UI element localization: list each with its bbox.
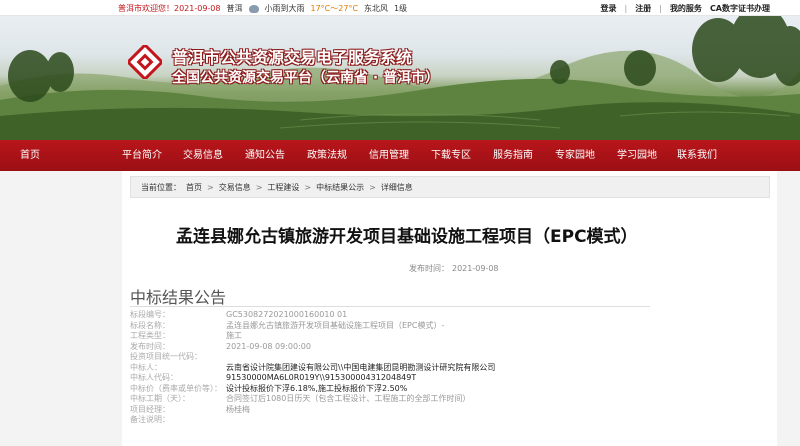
section-heading: 中标结果公告 [130,288,227,307]
temperature: 17°C～27°C [310,4,359,13]
chevron-right-icon: > [304,182,312,192]
breadcrumb: 当前位置： 首页 > 交易信息 > 工程建设 > 中标结果公示 > 详细信息 [130,176,770,198]
divider: | [624,4,628,13]
nav-home[interactable]: 首页 [0,140,112,171]
detail-key: 发布时间： [130,341,170,351]
site-banner: 普洱市公共资源交易电子服务系统 全国公共资源交易平台（云南省 · 普洱市） [0,16,800,140]
city-name: 普洱 [226,4,243,13]
publish-date: 2021-09-08 [452,264,499,273]
nav-policies[interactable]: 政策法规 [296,140,358,171]
detail-key: 中标人代码： [130,373,178,382]
detail-value: 设计投标报价下浮6.18%,施工投标报价下浮2.50% [226,383,408,393]
breadcrumb-home[interactable]: 首页 [186,182,202,193]
divider [130,306,650,307]
detail-row: 备注说明： [130,415,650,426]
nav-notices[interactable]: 通知公告 [234,140,296,171]
breadcrumb-trading-info[interactable]: 交易信息 [219,182,251,193]
ca-certificate-link[interactable]: CA数字证书办理 [710,3,770,14]
detail-value: 2021-09-08 09:00:00 [226,341,311,351]
welcome-text: 普洱市欢迎您！2021-09-08 [118,4,221,13]
nav-contact[interactable]: 联系我们 [668,140,726,171]
breadcrumb-prefix: 当前位置： [141,182,181,192]
nav-learning[interactable]: 学习园地 [606,140,668,171]
detail-row: 中标工期（天）： 合同签订后1080日历天（包含工程设计、工程施工的全部工作时间） [130,394,650,405]
site-title: 普洱市公共资源交易电子服务系统 [172,48,413,67]
register-link[interactable]: 注册 [635,3,651,14]
publish-time: 发布时间： 2021-09-08 [409,263,499,274]
detail-value: 合同签订后1080日历天（包含工程设计、工程施工的全部工作时间） [226,394,471,403]
detail-row: 投资项目统一代码： [130,352,650,363]
divider: | [659,4,662,13]
main-nav: 首页 平台简介 交易信息 通知公告 政策法规 信用管理 下载专区 服务指南 专家… [0,140,800,171]
detail-key: 项目经理： [130,404,170,414]
nav-about[interactable]: 平台简介 [112,140,172,171]
breadcrumb-detail: 详细信息 [380,182,413,192]
my-services-link[interactable]: 我的服务 [670,3,702,14]
publish-label: 发布时间： [409,264,449,273]
user-links: 登录 | 注册 | 我的服务 CA数字证书办理 [601,3,770,14]
article-title: 孟连县娜允古镇旅游开发项目基础设施工程项目（EPC模式） [176,227,638,247]
weather-text: 小雨到大雨 [264,4,305,13]
nav-downloads[interactable]: 下载专区 [420,140,482,171]
award-details: 标段编号： GC5308272021000160010 01 标段名称： 孟连县娜允… [130,310,650,426]
detail-row: 标段名称： 孟连县娜允古镇旅游开发项目基础设施工程项目（EPC模式）- [130,321,650,332]
detail-value: 施工 [226,331,242,340]
detail-row: 中标人代码： 91530000MA6L0R019Y\\91530000431204… [130,373,650,384]
detail-value: GC5308272021000160010 01 [226,310,348,319]
breadcrumb-engineering[interactable]: 工程建设 [267,182,299,193]
login-link[interactable]: 登录 [601,3,617,14]
nav-guide[interactable]: 服务指南 [482,140,544,171]
detail-row: 项目经理： 杨桂梅 [130,405,650,416]
chevron-right-icon: > [255,182,263,192]
chevron-right-icon: > [369,182,376,192]
detail-row: 中标人： 云南省设计院集团建设有限公司\\中国电建集团昆明勘测设计研究院有限公司 [130,363,650,374]
weather-info: 普洱市欢迎您！2021-09-08 普洱 小雨到大雨 17°C～27°C 东北风… [118,3,407,14]
detail-key: 中标工期（天）： [130,394,190,403]
nav-credit[interactable]: 信用管理 [358,140,420,171]
detail-value: 91530000MA6L0R019Y\\91530000431204849T [226,373,417,382]
rain-cloud-icon [248,4,259,13]
nav-trading-info[interactable]: 交易信息 [172,140,234,171]
detail-value: 杨桂梅 [226,404,250,414]
detail-row: 标段编号： GC5308272021000160010 01 [130,310,650,321]
detail-value: 孟连县娜允古镇旅游开发项目基础设施工程项目（EPC模式）- [226,320,445,330]
breadcrumb-award-results[interactable]: 中标结果公示 [316,182,364,193]
detail-row: 工程类型： 施工 [130,331,650,342]
detail-value: 云南省设计院集团建设有限公司\\中国电建集团昆明勘测设计研究院有限公司 [226,362,496,372]
detail-key: 工程类型： [130,331,170,340]
nav-experts[interactable]: 专家园地 [544,140,606,171]
detail-key: 中标价（费率或单价等）： [130,383,222,393]
site-subtitle: 全国公共资源交易平台（云南省 · 普洱市） [172,70,440,86]
detail-row: 发布时间： 2021-09-08 09:00:00 [130,342,650,353]
detail-row: 中标价（费率或单价等）： 设计投标报价下浮6.18%,施工投标报价下浮2.50% [130,384,650,395]
wind-text: 东北风 [364,4,389,13]
detail-key: 投资项目统一代码： [130,352,202,361]
detail-key: 标段编号： [130,310,170,319]
wind-level: 1级 [394,4,408,13]
detail-key: 标段名称： [130,320,170,330]
detail-key: 中标人： [130,362,162,372]
top-info-bar: 普洱市欢迎您！2021-09-08 普洱 小雨到大雨 17°C～27°C 东北风… [0,0,800,16]
detail-key: 备注说明： [130,415,170,424]
chevron-right-icon: > [207,182,214,192]
site-logo-icon [128,45,162,79]
